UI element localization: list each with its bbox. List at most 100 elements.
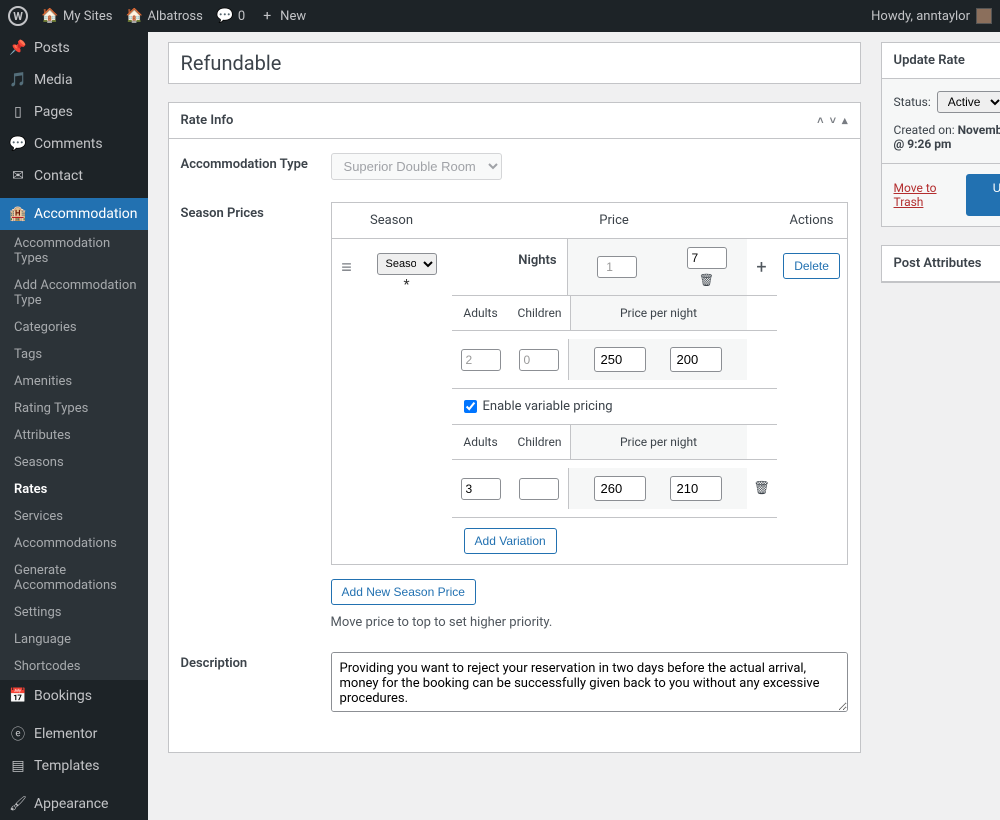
- submenu-settings[interactable]: Settings: [0, 599, 148, 626]
- add-new-season-price-button[interactable]: Add New Season Price: [331, 579, 476, 605]
- sidebar-item-templates[interactable]: ▤ Templates: [0, 750, 148, 782]
- nights-to-input[interactable]: [687, 247, 727, 269]
- adults-input-var[interactable]: [461, 478, 501, 500]
- price-input-var-1[interactable]: [594, 476, 646, 501]
- sidebar-item-accommodation[interactable]: 🏨Accommodation: [0, 198, 148, 230]
- adults-input[interactable]: [461, 349, 501, 371]
- sidebar-item-media[interactable]: 🎵 Media: [0, 64, 148, 96]
- elementor-icon: ⓔ: [10, 726, 26, 742]
- th-actions: Actions: [777, 203, 847, 238]
- plus-icon: +: [259, 8, 275, 24]
- howdy-text[interactable]: Howdy, anntaylor: [871, 9, 970, 24]
- post-attributes-header: Post Attributes: [894, 256, 982, 271]
- submenu-shortcodes[interactable]: Shortcodes: [0, 653, 148, 680]
- avatar[interactable]: [976, 8, 992, 24]
- submenu-tags[interactable]: Tags: [0, 341, 148, 368]
- sidebar-label: Templates: [34, 758, 100, 774]
- th-price-per-night: Price per night: [570, 296, 747, 330]
- add-night-button[interactable]: +: [747, 239, 777, 295]
- th-children: Children: [510, 296, 570, 330]
- sidebar-item-elementor[interactable]: ⓔ Elementor: [0, 718, 148, 750]
- admin-sidebar: 📌Posts 🎵Media ▯Pages 💬Comments ✉Contact …: [0, 32, 148, 820]
- calendar-icon: 📅: [10, 688, 26, 704]
- accommodation-type-select[interactable]: Superior Double Room: [331, 153, 502, 180]
- status-select[interactable]: Active: [937, 91, 1000, 113]
- created-on-label: Created on:: [894, 123, 955, 137]
- delete-row-icon[interactable]: 🗑: [747, 481, 777, 496]
- page-title[interactable]: Refundable: [168, 42, 861, 84]
- wp-logo[interactable]: W: [8, 6, 28, 26]
- th-adults: Adults: [452, 296, 510, 330]
- th-children: Children: [510, 425, 570, 459]
- submenu-generate-accommodations[interactable]: Generate Accommodations: [0, 557, 148, 599]
- media-icon: 🎵: [10, 72, 26, 88]
- template-icon: ▤: [10, 758, 26, 774]
- add-variation-button[interactable]: Add Variation: [464, 528, 557, 554]
- sidebar-item-comments[interactable]: 💬Comments: [0, 128, 148, 160]
- sidebar-item-contact[interactable]: ✉ Contact: [0, 160, 148, 192]
- sidebar-label: Elementor: [34, 726, 97, 742]
- submenu-rating-types[interactable]: Rating Types: [0, 395, 148, 422]
- my-sites-link[interactable]: 🏠My Sites: [42, 8, 112, 24]
- page-icon: ▯: [10, 104, 26, 120]
- delete-season-button[interactable]: Delete: [783, 253, 840, 279]
- post-attributes-panel: Post Attributes ˄ ˅ ▾: [881, 245, 1000, 283]
- enable-variable-pricing-checkbox[interactable]: [464, 400, 477, 413]
- th-price: Price: [452, 203, 777, 238]
- description-textarea[interactable]: [331, 652, 848, 712]
- new-link[interactable]: +New: [259, 8, 306, 24]
- sidebar-label: Pages: [34, 104, 73, 120]
- admin-bar: W 🏠My Sites 🏠Albatross 💬0 +New Howdy, an…: [0, 0, 1000, 32]
- comments-link[interactable]: 💬0: [217, 8, 245, 24]
- brush-icon: 🖌: [10, 796, 26, 812]
- sidebar-label: Media: [34, 72, 73, 88]
- submenu-seasons[interactable]: Seasons: [0, 449, 148, 476]
- submenu-attributes[interactable]: Attributes: [0, 422, 148, 449]
- price-input-var-2[interactable]: [670, 476, 722, 501]
- update-rate-button[interactable]: Update Rate: [966, 174, 1000, 216]
- caret-down-icon[interactable]: ˅: [830, 114, 836, 127]
- price-input-2[interactable]: [670, 347, 722, 372]
- mail-icon: ✉: [10, 168, 26, 184]
- season-prices-label: Season Prices: [181, 202, 331, 630]
- sidebar-item-appearance[interactable]: 🖌Appearance: [0, 788, 148, 820]
- move-to-trash-link[interactable]: Move to Trash: [894, 181, 967, 209]
- sidebar-item-bookings[interactable]: 📅Bookings: [0, 680, 148, 712]
- price-input-1[interactable]: [594, 347, 646, 372]
- caret-up-icon[interactable]: ˄: [817, 114, 823, 127]
- sidebar-label: Contact: [34, 168, 83, 184]
- submenu-rates[interactable]: Rates: [0, 476, 148, 503]
- season-prices-table: Season Price Actions ≡ Season *: [331, 202, 848, 565]
- th-price-per-night: Price per night: [570, 425, 747, 459]
- comment-icon: 💬: [217, 8, 233, 24]
- submenu-accommodations[interactable]: Accommodations: [0, 530, 148, 557]
- th-season: Season: [332, 203, 452, 238]
- nights-from-input[interactable]: [597, 256, 637, 278]
- submenu-accommodation-types[interactable]: Accommodation Types: [0, 230, 148, 272]
- accommodation-type-label: Accommodation Type: [181, 153, 331, 180]
- submenu-amenities[interactable]: Amenities: [0, 368, 148, 395]
- submenu-add-accommodation-type[interactable]: Add Accommodation Type: [0, 272, 148, 314]
- enable-variable-pricing-label: Enable variable pricing: [483, 399, 613, 414]
- drag-handle-icon[interactable]: ≡: [332, 239, 362, 564]
- comments-count: 0: [238, 9, 245, 24]
- sidebar-item-posts[interactable]: 📌Posts: [0, 32, 148, 64]
- children-input-var[interactable]: [519, 478, 559, 500]
- building-icon: 🏨: [10, 206, 26, 222]
- home-icon: 🏠: [42, 8, 58, 24]
- comment-icon: 💬: [10, 136, 26, 152]
- sidebar-item-pages[interactable]: ▯ Pages: [0, 96, 148, 128]
- site-link[interactable]: 🏠Albatross: [126, 8, 202, 24]
- season-select[interactable]: Season: [377, 253, 437, 275]
- submenu-categories[interactable]: Categories: [0, 314, 148, 341]
- submenu-language[interactable]: Language: [0, 626, 148, 653]
- submenu-services[interactable]: Services: [0, 503, 148, 530]
- rate-info-header: Rate Info ˄ ˅ ▴: [169, 103, 860, 139]
- trash-icon[interactable]: 🗑: [699, 273, 714, 287]
- children-input[interactable]: [519, 349, 559, 371]
- th-adults: Adults: [452, 425, 510, 459]
- site-name-label: Albatross: [147, 9, 202, 24]
- required-asterisk: *: [368, 277, 446, 293]
- pin-icon: 📌: [10, 40, 26, 56]
- caret-toggle-icon[interactable]: ▴: [842, 114, 848, 127]
